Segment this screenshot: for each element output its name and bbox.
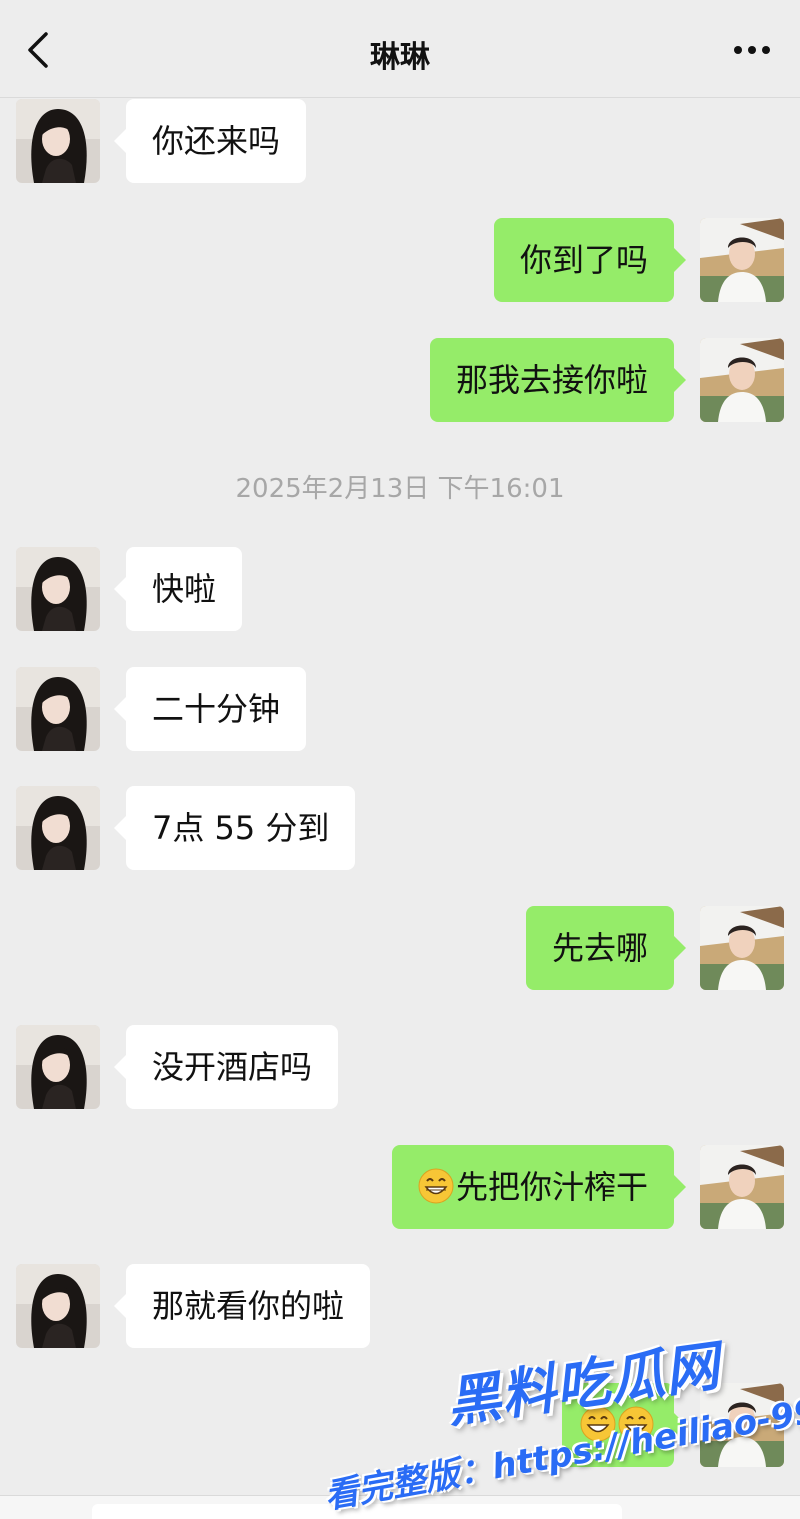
message-row: 7点 55 分到 xyxy=(0,786,800,870)
message-bubble[interactable]: 先去哪 xyxy=(525,906,687,990)
self-avatar[interactable] xyxy=(700,218,784,302)
message-bubble[interactable]: 二十分钟 xyxy=(113,667,307,751)
contact-avatar[interactable] xyxy=(16,786,100,870)
contact-avatar[interactable] xyxy=(16,1264,100,1348)
message-input[interactable] xyxy=(92,1504,622,1519)
message-row: 你到了吗 xyxy=(0,218,800,302)
grin-emoji-icon xyxy=(618,1406,654,1442)
more-dots-icon[interactable] xyxy=(732,44,772,56)
self-avatar[interactable] xyxy=(700,906,784,990)
message-row: 先把你汁榨干 xyxy=(0,1145,800,1229)
message-row xyxy=(0,1383,800,1467)
message-bubble[interactable]: 7点 55 分到 xyxy=(113,786,356,870)
message-bubble[interactable]: 你还来吗 xyxy=(113,99,307,183)
self-avatar[interactable] xyxy=(700,1145,784,1229)
message-text: 先把你汁榨干 xyxy=(455,1168,648,1206)
contact-avatar[interactable] xyxy=(16,547,100,631)
timestamp-divider: 2025年2月13日 下午16:01 xyxy=(235,474,565,504)
contact-avatar[interactable] xyxy=(16,99,100,183)
message-row: 那就看你的啦 xyxy=(0,1264,800,1348)
contact-avatar[interactable] xyxy=(16,1025,100,1109)
message-row: 先去哪 xyxy=(0,906,800,990)
message-bubble[interactable]: 你到了吗 xyxy=(493,218,687,302)
self-avatar[interactable] xyxy=(700,338,784,422)
message-row: 那我去接你啦 xyxy=(0,338,800,422)
chat-header: 琳琳 xyxy=(0,0,800,98)
message-bubble[interactable]: 快啦 xyxy=(113,547,243,631)
chat-title: 琳琳 xyxy=(370,40,430,75)
contact-avatar[interactable] xyxy=(16,667,100,751)
message-bubble[interactable]: 没开酒店吗 xyxy=(113,1025,339,1109)
grin-emoji-icon xyxy=(418,1168,454,1204)
message-row: 快啦 xyxy=(0,547,800,631)
grin-emoji-icon xyxy=(580,1406,616,1442)
message-bubble[interactable]: 那我去接你啦 xyxy=(429,338,687,422)
message-row: 没开酒店吗 xyxy=(0,1025,800,1109)
input-bar xyxy=(0,1495,800,1519)
self-avatar[interactable] xyxy=(700,1383,784,1467)
message-row: 二十分钟 xyxy=(0,667,800,751)
message-bubble[interactable]: 先把你汁榨干 xyxy=(391,1145,687,1229)
message-row: 你还来吗 xyxy=(0,99,800,183)
message-bubble[interactable] xyxy=(562,1383,686,1467)
message-bubble[interactable]: 那就看你的啦 xyxy=(113,1264,371,1348)
